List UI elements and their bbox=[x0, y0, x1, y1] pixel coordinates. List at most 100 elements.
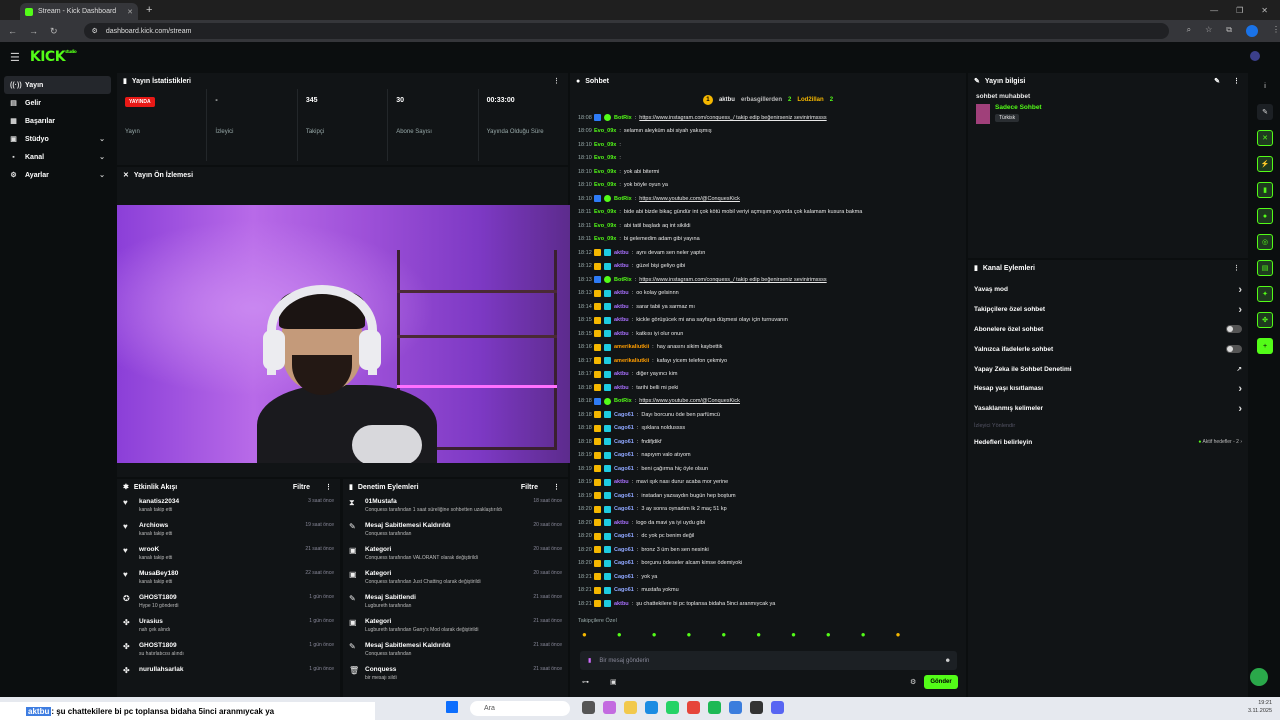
chat-username[interactable]: aktbu bbox=[614, 304, 629, 310]
sidebar-item-basarilar[interactable]: ▦ Başarılar bbox=[4, 112, 111, 130]
hamburger-menu-icon[interactable]: ☰ bbox=[10, 51, 20, 64]
chat-message[interactable]: 18:19 aktbu: mavi ışık nası durur acaba mo… bbox=[570, 476, 966, 490]
more-icon[interactable]: ⋮ bbox=[553, 483, 560, 491]
chat-username[interactable]: Evo_09x bbox=[594, 209, 616, 215]
chat-username[interactable]: Evo_09x bbox=[594, 236, 616, 242]
more-icon[interactable]: ⋮ bbox=[1233, 77, 1240, 85]
sidebar-item-yayin[interactable]: ((·)) Yayın bbox=[4, 76, 111, 94]
chat-input[interactable]: ▮ Bir mesaj gönderin ☻ bbox=[580, 651, 957, 670]
list-item[interactable]: ✤ nurullahsarlak 1 gün önce bbox=[117, 663, 340, 687]
external-link-icon[interactable]: ↗ bbox=[1237, 365, 1242, 373]
browser-menu-icon[interactable]: ⋮ bbox=[1272, 25, 1280, 37]
chat-message[interactable]: 18:20 Cago61:3 ay sonra oynadım lk 2 maç … bbox=[570, 503, 966, 517]
chrome-icon[interactable] bbox=[687, 701, 700, 714]
chat-message[interactable]: 18:10 Evo_09x: bbox=[570, 152, 966, 166]
edge-icon[interactable] bbox=[645, 701, 658, 714]
forward-icon[interactable]: → bbox=[29, 26, 38, 36]
sidebar-item-studyo[interactable]: ▣ Stüdyo ⌄ bbox=[4, 130, 111, 148]
document-icon[interactable]: ▮ bbox=[1257, 182, 1273, 198]
chat-username[interactable]: Cago61 bbox=[614, 439, 634, 445]
obs-icon[interactable] bbox=[750, 701, 763, 714]
chat-username[interactable]: aktbu bbox=[614, 371, 629, 377]
more-icon[interactable]: ⋮ bbox=[1233, 264, 1240, 272]
profile-avatar[interactable] bbox=[1246, 25, 1258, 37]
chat-message[interactable]: 18:20 Cago61: borçunu ödeseler alcam kimse… bbox=[570, 557, 966, 571]
chat-username[interactable]: BotRix bbox=[614, 277, 632, 283]
chat-username[interactable]: Cago61 bbox=[614, 560, 634, 566]
chat-message[interactable]: 18:12 aktbu: aynı devam sen neler yaptın bbox=[570, 246, 966, 260]
zoom-icon[interactable]: ⌕ bbox=[1187, 25, 1191, 37]
chat-username[interactable]: aktbu bbox=[614, 520, 629, 526]
goals-row[interactable]: Hedefleri belirleyin ● Aktif hedefler - 2… bbox=[968, 433, 1248, 453]
list-item[interactable]: ✎ Mesaj Sabitlemesi Kaldırıldı Conquess ta… bbox=[343, 519, 568, 543]
chat-username[interactable]: Cago61 bbox=[614, 547, 634, 553]
channel-action-2[interactable]: Takipçilere özel sohbet › bbox=[968, 300, 1248, 320]
list-item[interactable]: ✎ Mesaj Sabitlendi Lugbureth tarafından 21 … bbox=[343, 591, 568, 615]
sidebar-item-gelir[interactable]: ▤ Gelir bbox=[4, 94, 111, 112]
minimize-icon[interactable]: — bbox=[1210, 6, 1218, 15]
activity-filter-button[interactable]: Filtre bbox=[293, 484, 310, 491]
site-info-icon[interactable]: ⚙ bbox=[92, 27, 98, 35]
browser-tab[interactable]: Stream - Kick Dashboard ✕ bbox=[20, 3, 138, 20]
chat-username[interactable]: aktbu bbox=[614, 331, 629, 337]
chat-username[interactable]: aktbu bbox=[614, 385, 629, 391]
channel-action-7[interactable]: Yasaklanmış kelimeler › bbox=[968, 399, 1248, 419]
emote-icon[interactable]: ● bbox=[687, 630, 692, 639]
extensions-icon[interactable]: ⧉ bbox=[1226, 25, 1232, 37]
reload-icon[interactable]: ↻ bbox=[50, 26, 58, 37]
url-field[interactable]: ⚙ dashboard.kick.com/stream bbox=[83, 23, 1169, 39]
channel-action-6[interactable]: Hesap yaşı kısıtlaması › bbox=[968, 379, 1248, 399]
spotify-icon[interactable] bbox=[708, 701, 721, 714]
sidebar-item-kanal[interactable]: ▪ Kanal ⌄ bbox=[4, 148, 111, 166]
chat-message[interactable]: 18:13 BotRix: https://www.instagram.com/co… bbox=[570, 273, 966, 287]
help-chat-icon[interactable] bbox=[1250, 668, 1268, 686]
chat-username[interactable]: BotRix bbox=[614, 115, 632, 121]
chat-message[interactable]: 18:20 Cago61: dc yok pc benim değil bbox=[570, 530, 966, 544]
sidebar-item-ayarlar[interactable]: ⚙ Ayarlar ⌄ bbox=[4, 166, 111, 184]
chat-username[interactable]: Cago61 bbox=[614, 425, 634, 431]
chat-username[interactable]: BotRix bbox=[614, 398, 632, 404]
card-icon[interactable]: ▤ bbox=[1257, 260, 1273, 276]
wrench-icon[interactable]: ✦ bbox=[1257, 286, 1273, 302]
chat-username[interactable]: aktbu bbox=[614, 290, 629, 296]
chat-username[interactable]: aktbu bbox=[614, 250, 629, 256]
chevron-right-icon[interactable]: › bbox=[1238, 284, 1242, 296]
chat-username[interactable]: Evo_09x bbox=[594, 155, 616, 161]
chat-username[interactable]: Cago61 bbox=[614, 533, 634, 539]
chat-username[interactable]: Evo_09x bbox=[594, 128, 616, 134]
chevron-right-icon[interactable]: › bbox=[1238, 383, 1242, 395]
discord-icon[interactable] bbox=[771, 701, 784, 714]
list-item[interactable]: ♥ wrooK kanalı takip etti 21 saat önce bbox=[117, 543, 340, 567]
chat-message[interactable]: 18:15 aktbu: katkısı iyi olur onun bbox=[570, 327, 966, 341]
file-explorer-icon[interactable] bbox=[624, 701, 637, 714]
chat-tools-icon[interactable]: ⊶ bbox=[582, 678, 589, 686]
chat-message[interactable]: 18:18 BotRix: https://www.youtube.com/@Con… bbox=[570, 395, 966, 409]
chat-username[interactable]: amerikaliutkii bbox=[614, 358, 649, 364]
list-item[interactable]: ♥ Archiows kanalı takip etti 19 saat önce bbox=[117, 519, 340, 543]
list-item[interactable]: ▣ Kategori Conquess tarafından VALORANT ol… bbox=[343, 543, 568, 567]
emote-icon[interactable]: ● bbox=[582, 630, 587, 639]
chat-bubble-icon[interactable]: ● bbox=[1257, 208, 1273, 224]
emote-icon[interactable]: ● bbox=[617, 630, 622, 639]
close-tab-icon[interactable]: ✕ bbox=[127, 8, 133, 16]
chat-username[interactable]: Cago61 bbox=[614, 506, 634, 512]
emote-icon[interactable]: ● bbox=[861, 630, 866, 639]
chat-message[interactable]: 18:18 aktbu: tarihi belli mi peki bbox=[570, 381, 966, 395]
chat-message[interactable]: 18:16 amerikaliutkii: hay anasını sikim ka… bbox=[570, 341, 966, 355]
widget-icon[interactable]: ✕ bbox=[1257, 130, 1273, 146]
broadcast-icon[interactable]: ◎ bbox=[1257, 234, 1273, 250]
chat-message[interactable]: 18:20 aktbu: logo da mavi ya iyi uydu gibi bbox=[570, 516, 966, 530]
chat-username[interactable]: Cago61 bbox=[614, 452, 634, 458]
taskbar-search[interactable]: Ara bbox=[470, 701, 570, 716]
stream-preview-video[interactable] bbox=[117, 205, 571, 463]
chat-username[interactable]: Cago61 bbox=[614, 493, 634, 499]
kick-logo[interactable]: KICKstudio bbox=[30, 49, 77, 65]
list-item[interactable]: ♥ MusaBey180 kanalı takip etti 22 saat önce bbox=[117, 567, 340, 591]
chat-username[interactable]: Evo_09x bbox=[594, 169, 616, 175]
close-window-icon[interactable]: ✕ bbox=[1261, 6, 1268, 15]
add-widget-icon[interactable]: + bbox=[1257, 338, 1273, 354]
channel-action-4[interactable]: Yalnızca ifadelerle sohbet bbox=[968, 339, 1248, 359]
chat-window-icon[interactable]: ▣ bbox=[610, 678, 617, 686]
chevron-right-icon[interactable]: › bbox=[1238, 304, 1242, 316]
send-button[interactable]: Gönder bbox=[924, 675, 958, 689]
